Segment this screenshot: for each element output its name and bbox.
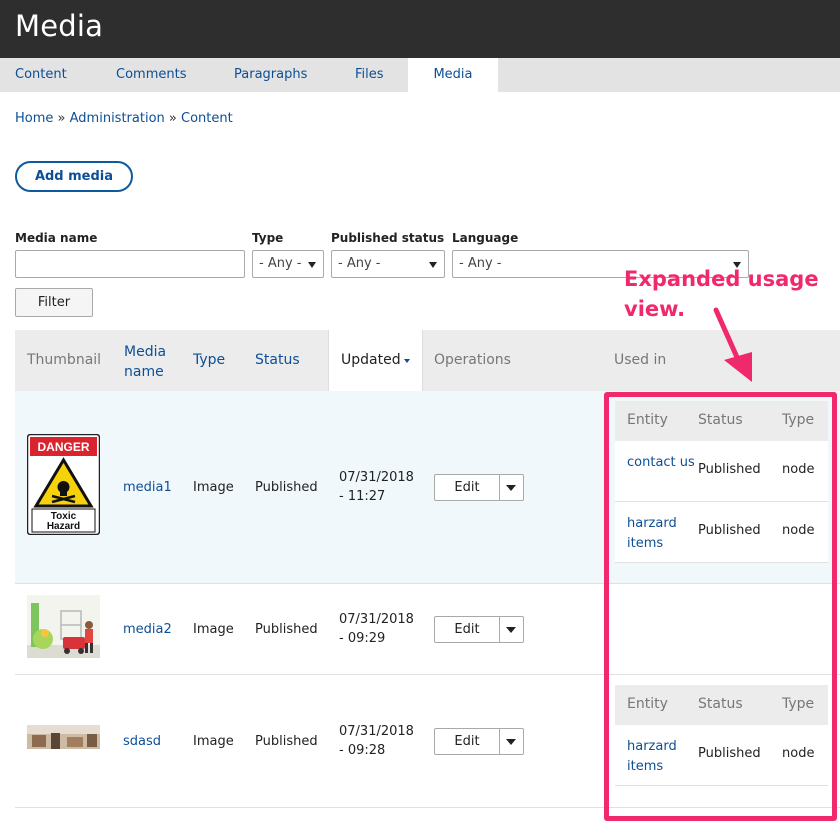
th-status[interactable]: Status — [255, 352, 300, 368]
tab-paragraphs[interactable]: Paragraphs — [234, 58, 307, 92]
published-status-select-value: - Any - — [338, 256, 381, 271]
tab-media[interactable]: Media — [408, 58, 498, 92]
media-name-link[interactable]: sdasd — [123, 734, 161, 749]
sdasd-thumbnail[interactable] — [27, 725, 100, 753]
dropbutton-divider — [499, 729, 500, 754]
media-type: Image — [193, 480, 234, 495]
media-status: Published — [255, 622, 318, 637]
media-updated: 07/31/2018 - 09:28 — [339, 722, 414, 760]
chevron-down-icon — [308, 262, 316, 268]
th-updated[interactable]: Updated — [328, 330, 423, 391]
published-status-select[interactable]: - Any - — [331, 250, 445, 278]
type-select-value: - Any - — [259, 256, 302, 271]
dropbutton-divider — [499, 617, 500, 642]
published-status-label: Published status — [331, 231, 445, 245]
updated-date: 07/31/2018 — [339, 724, 414, 739]
chevron-down-icon — [429, 262, 437, 268]
sort-desc-icon — [404, 359, 410, 363]
th-thumbnail: Thumbnail — [27, 352, 102, 368]
annotation-highlight-box — [604, 392, 837, 821]
chevron-down-icon[interactable] — [506, 627, 516, 633]
edit-dropbutton: Edit — [434, 728, 524, 755]
media-name-link[interactable]: media2 — [123, 622, 172, 637]
edit-button[interactable]: Edit — [435, 475, 499, 500]
chevron-down-icon[interactable] — [506, 739, 516, 745]
media-updated: 07/31/2018 - 09:29 — [339, 610, 414, 648]
media-name-link[interactable]: media1 — [123, 480, 172, 495]
breadcrumb-separator: » — [168, 111, 177, 126]
media-updated: 07/31/2018 - 11:27 — [339, 468, 414, 506]
th-operations: Operations — [434, 352, 511, 368]
breadcrumb-home[interactable]: Home — [15, 111, 53, 126]
annotation-arrow-icon — [713, 307, 752, 382]
photo-image — [27, 725, 100, 749]
breadcrumb-administration[interactable]: Administration — [70, 111, 165, 126]
updated-time: - 11:27 — [339, 489, 386, 504]
illustration-image — [27, 595, 100, 658]
edit-dropbutton: Edit — [434, 474, 524, 501]
tab-files[interactable]: Files — [355, 58, 384, 92]
media1-thumbnail[interactable]: DANGER Toxic Hazard — [26, 433, 101, 539]
page-title: Media — [15, 9, 104, 43]
edit-button[interactable]: Edit — [435, 617, 499, 642]
chevron-down-icon[interactable] — [506, 485, 516, 491]
media-name-label: Media name — [15, 231, 98, 245]
tab-comments[interactable]: Comments — [116, 58, 186, 92]
danger-sign-heading: DANGER — [37, 440, 89, 454]
add-media-button[interactable]: Add media — [15, 161, 133, 192]
breadcrumb-separator: » — [57, 111, 66, 126]
th-updated-label: Updated — [341, 352, 401, 368]
th-used-in: Used in — [614, 352, 667, 368]
edit-dropbutton: Edit — [434, 616, 524, 643]
language-label: Language — [452, 231, 519, 245]
updated-date: 07/31/2018 — [339, 470, 414, 485]
edit-button[interactable]: Edit — [435, 729, 499, 754]
breadcrumb: Home » Administration » Content — [15, 111, 233, 126]
tab-content[interactable]: Content — [15, 58, 67, 92]
media-status: Published — [255, 480, 318, 495]
danger-sign-image: DANGER Toxic Hazard — [26, 433, 101, 536]
media-type: Image — [193, 734, 234, 749]
type-select[interactable]: - Any - — [252, 250, 324, 278]
dropbutton-divider — [499, 475, 500, 500]
breadcrumb-content[interactable]: Content — [181, 111, 233, 126]
media-status: Published — [255, 734, 318, 749]
th-media-name[interactable]: Media name — [124, 342, 184, 382]
media-name-input[interactable] — [15, 250, 245, 278]
media-type: Image — [193, 622, 234, 637]
language-select-value: - Any - — [459, 256, 502, 271]
page-header: Media — [0, 0, 840, 58]
media2-thumbnail[interactable] — [27, 595, 100, 662]
th-type[interactable]: Type — [193, 352, 225, 368]
danger-sign-line-2: Hazard — [47, 521, 80, 532]
updated-time: - 09:28 — [339, 743, 386, 758]
tabs-bar: Content Comments Paragraphs Files Media — [0, 58, 840, 92]
updated-time: - 09:29 — [339, 631, 386, 646]
updated-date: 07/31/2018 — [339, 612, 414, 627]
filter-button[interactable]: Filter — [15, 288, 93, 317]
type-label: Type — [252, 231, 284, 245]
